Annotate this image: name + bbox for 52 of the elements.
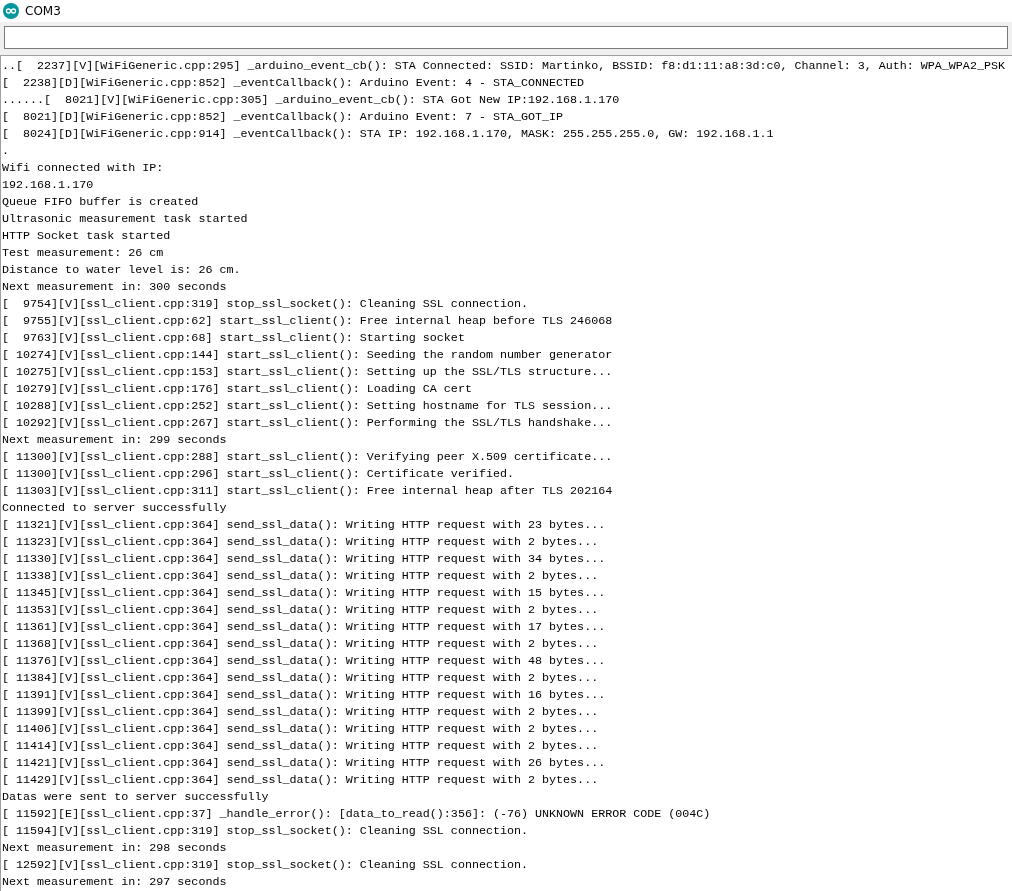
log-line: [ 11345][V][ssl_client.cpp:364] send_ssl_data(): Writing HTTP request with 15 bytes...	[2, 585, 606, 602]
log-line: [ 11300][V][ssl_client.cpp:296] start_ssl_client(): Certificate verified.	[2, 466, 514, 483]
log-line: HTTP Socket task started	[2, 228, 171, 245]
log-line: ......[ 8021][V][WiFiGeneric.cpp:305] _arduino_event_cb(): STA Got New IP:192.168.1.170	[2, 92, 620, 109]
app-logo-icon	[3, 3, 19, 19]
log-line: [ 11592][E][ssl_client.cpp:37] _handle_error(): [data_to_read():356]: (-76) UNKNOWN ERROR CODE (004C)	[2, 806, 711, 823]
log-line: Ultrasonic measurement task started	[2, 211, 248, 228]
log-line: Next measurement in: 299 seconds	[2, 432, 227, 449]
log-line: 192.168.1.170	[2, 177, 94, 194]
log-line: [ 10279][V][ssl_client.cpp:176] start_ssl_client(): Loading CA cert	[2, 381, 472, 398]
log-line: Distance to water level is: 26 cm.	[2, 262, 241, 279]
log-line: [ 11406][V][ssl_client.cpp:364] send_ssl_data(): Writing HTTP request with 2 bytes...	[2, 721, 599, 738]
log-line: [ 11414][V][ssl_client.cpp:364] send_ssl_data(): Writing HTTP request with 2 bytes...	[2, 738, 599, 755]
log-line: [ 11300][V][ssl_client.cpp:288] start_ssl_client(): Verifying peer X.509 certificate...	[2, 449, 613, 466]
log-line: [ 11376][V][ssl_client.cpp:364] send_ssl_data(): Writing HTTP request with 48 bytes...	[2, 653, 606, 670]
log-line: Wifi connected with IP:	[2, 160, 164, 177]
log-line: [ 11368][V][ssl_client.cpp:364] send_ssl_data(): Writing HTTP request with 2 bytes...	[2, 636, 599, 653]
window-title: COM3	[25, 4, 61, 18]
log-line: ..[ 2237][V][WiFiGeneric.cpp:295] _arduino_event_cb(): STA Connected: SSID: Martinko, BSSID: f8:d1:11:a8:3d:c0, Channel: 3, Auth: WPA_WPA2_PSK	[2, 58, 1005, 75]
log-line: [ 11429][V][ssl_client.cpp:364] send_ssl_data(): Writing HTTP request with 2 bytes...	[2, 772, 599, 789]
log-line: [ 10292][V][ssl_client.cpp:267] start_ssl_client(): Performing the SSL/TLS handshake...	[2, 415, 613, 432]
log-line: Test measurement: 26 cm	[2, 245, 164, 262]
log-line: [ 8024][D][WiFiGeneric.cpp:914] _eventCallback(): STA IP: 192.168.1.170, MASK: 255.255.255.0, GW: 192.168.1.1	[2, 126, 774, 143]
log-line: [ 9754][V][ssl_client.cpp:319] stop_ssl_socket(): Cleaning SSL connection.	[2, 296, 529, 313]
log-line: Next measurement in: 297 seconds	[2, 874, 227, 891]
log-line: [ 11594][V][ssl_client.cpp:319] stop_ssl_socket(): Cleaning SSL connection.	[2, 823, 529, 840]
log-line: [ 11421][V][ssl_client.cpp:364] send_ssl_data(): Writing HTTP request with 26 bytes...	[2, 755, 606, 772]
log-line: [ 11321][V][ssl_client.cpp:364] send_ssl_data(): Writing HTTP request with 23 bytes...	[2, 517, 606, 534]
serial-input-field[interactable]	[4, 26, 1008, 49]
log-line: [ 2238][D][WiFiGeneric.cpp:852] _eventCallback(): Arduino Event: 4 - STA_CONNECTED	[2, 75, 585, 92]
log-line: [ 11399][V][ssl_client.cpp:364] send_ssl_data(): Writing HTTP request with 2 bytes...	[2, 704, 599, 721]
log-line: [ 11353][V][ssl_client.cpp:364] send_ssl_data(): Writing HTTP request with 2 bytes...	[2, 602, 599, 619]
log-line: Datas were sent to server successfully	[2, 789, 269, 806]
log-line: [ 10275][V][ssl_client.cpp:153] start_ssl_client(): Setting up the SSL/TLS structure...	[2, 364, 613, 381]
log-line: Next measurement in: 300 seconds	[2, 279, 227, 296]
log-line: [ 11338][V][ssl_client.cpp:364] send_ssl_data(): Writing HTTP request with 2 bytes...	[2, 568, 599, 585]
log-line: Connected to server successfully	[2, 500, 227, 517]
log-line: [ 9755][V][ssl_client.cpp:62] start_ssl_client(): Free internal heap before TLS 246068	[2, 313, 613, 330]
log-line: [ 10274][V][ssl_client.cpp:144] start_ssl_client(): Seeding the random number generator	[2, 347, 613, 364]
log-line: [ 11330][V][ssl_client.cpp:364] send_ssl_data(): Writing HTTP request with 34 bytes...	[2, 551, 606, 568]
log-line: [ 8021][D][WiFiGeneric.cpp:852] _eventCallback(): Arduino Event: 7 - STA_GOT_IP	[2, 109, 564, 126]
log-line: [ 11323][V][ssl_client.cpp:364] send_ssl_data(): Writing HTTP request with 2 bytes...	[2, 534, 599, 551]
log-line: .	[2, 143, 9, 160]
log-line: [ 12592][V][ssl_client.cpp:319] stop_ssl_socket(): Cleaning SSL connection.	[2, 857, 529, 874]
log-line: [ 11391][V][ssl_client.cpp:364] send_ssl_data(): Writing HTTP request with 16 bytes...	[2, 687, 606, 704]
log-line: Queue FIFO buffer is created	[2, 194, 199, 211]
log-line: [ 11361][V][ssl_client.cpp:364] send_ssl_data(): Writing HTTP request with 17 bytes...	[2, 619, 606, 636]
log-line: [ 11384][V][ssl_client.cpp:364] send_ssl_data(): Writing HTTP request with 2 bytes...	[2, 670, 599, 687]
log-line: Next measurement in: 298 seconds	[2, 840, 227, 857]
log-line: [ 10288][V][ssl_client.cpp:252] start_ssl_client(): Setting hostname for TLS session...	[2, 398, 613, 415]
log-line: [ 11303][V][ssl_client.cpp:311] start_ssl_client(): Free internal heap after TLS 202164	[2, 483, 613, 500]
log-line: [ 9763][V][ssl_client.cpp:68] start_ssl_client(): Starting socket	[2, 330, 465, 347]
